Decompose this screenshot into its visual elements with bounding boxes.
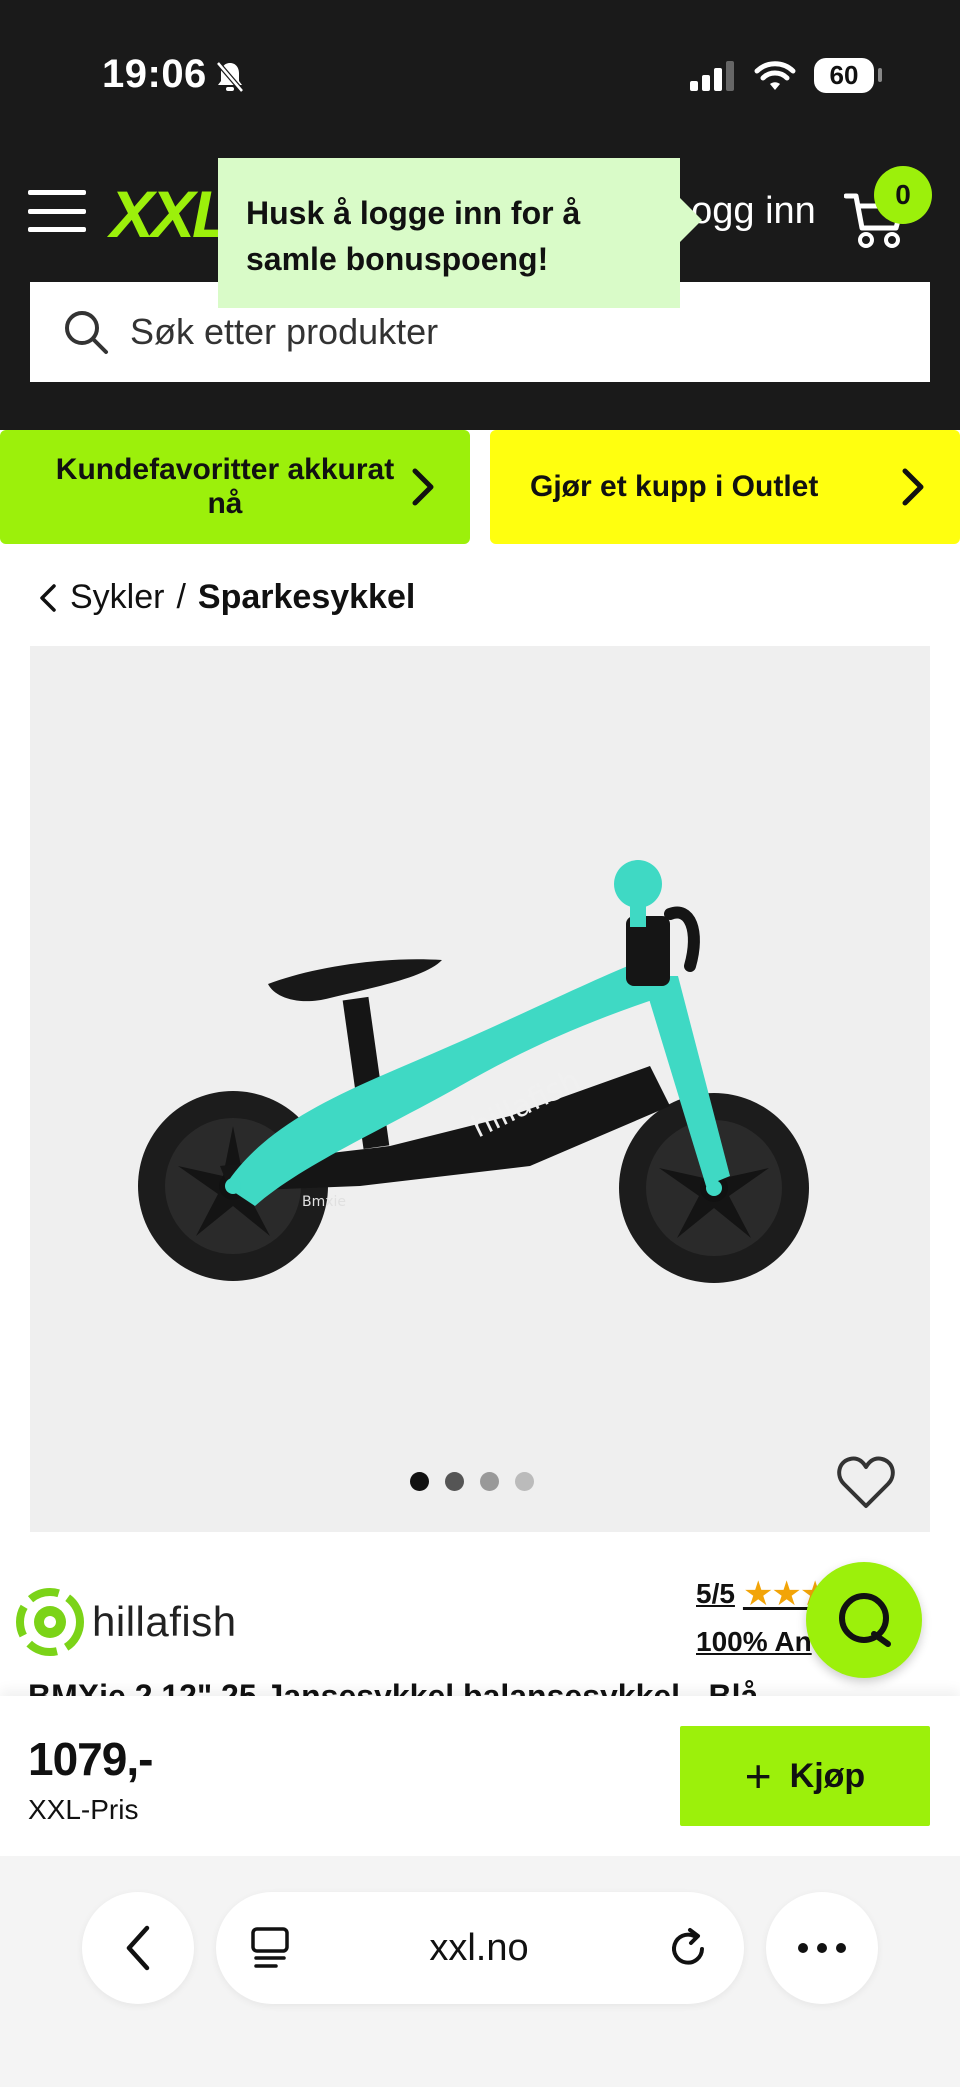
pagination-dot[interactable] [515,1472,534,1491]
browser-toolbar: xxl.no [0,1856,960,2087]
heart-icon[interactable] [836,1454,896,1510]
promo-outlet[interactable]: Gjør et kupp i Outlet [490,430,960,544]
buy-label: Kjøp [789,1756,866,1795]
browser-url-bar[interactable]: xxl.no [216,1892,744,2004]
brand-logo[interactable]: hillafish [16,1588,237,1656]
svg-text:Bmxie: Bmxie [302,1194,346,1210]
chevron-left-icon[interactable] [38,582,58,614]
status-icons: 60 [690,58,882,93]
price-label: XXL-Pris [28,1794,139,1825]
menu-icon[interactable] [28,190,86,232]
pagination-dot[interactable] [445,1472,464,1491]
pagination-dot[interactable] [480,1472,499,1491]
price-bar: 1079,- XXL-Pris + Kjøp [0,1696,960,1856]
reload-icon[interactable] [668,1927,710,1969]
more-icon [798,1943,846,1953]
browser-more-button[interactable] [766,1892,878,2004]
battery-indicator: 60 [814,58,882,93]
login-tooltip[interactable]: Husk å logge inn for å samle bonuspoeng! [218,158,702,308]
chevron-right-icon [902,468,924,506]
chevron-left-icon [126,1925,150,1971]
product-image-gallery[interactable]: hillafish Bmxie [30,646,930,1532]
promo-customer-favorites[interactable]: Kundefavoritter akkurat nå [0,430,470,544]
gallery-pagination[interactable] [410,1472,534,1491]
search-placeholder: Søk etter produkter [130,311,439,352]
product-price: 1079,- [28,1733,153,1785]
promo-label: Kundefavoritter akkurat nå [55,452,395,521]
breadcrumb-separator: / [176,578,186,616]
product-image: hillafish Bmxie [138,860,809,1283]
chat-icon [839,1593,891,1647]
plus-icon: + [744,1750,772,1802]
cart-count-badge[interactable]: 0 [874,166,932,224]
xxl-logo[interactable]: XXL [110,176,232,252]
wifi-icon [754,60,796,90]
chevron-right-icon [412,468,434,506]
hillafish-logo-icon [16,1588,84,1656]
pagination-dot[interactable] [410,1472,429,1491]
buy-button[interactable]: + Kjøp [680,1726,930,1826]
chat-button[interactable] [806,1562,922,1678]
bell-off-icon [216,61,244,93]
site-header: 19:06 60 XXL Logg inn 0 Søk etter produk… [0,0,960,430]
brand-name: hillafish [92,1598,237,1645]
tabs-icon[interactable] [250,1926,290,1970]
breadcrumb: Sykler / Sparkesykkel [38,578,415,617]
signal-icon [690,60,734,91]
status-time: 19:06 [102,52,207,96]
breadcrumb-parent[interactable]: Sykler [70,578,164,617]
search-icon [65,311,108,354]
url-text: xxl.no [429,1926,529,1969]
browser-back-button[interactable] [82,1892,194,2004]
breadcrumb-current: Sparkesykkel [197,578,416,616]
rating-score: 5/5 [696,1578,735,1609]
promo-label: Gjør et kupp i Outlet [530,470,819,503]
